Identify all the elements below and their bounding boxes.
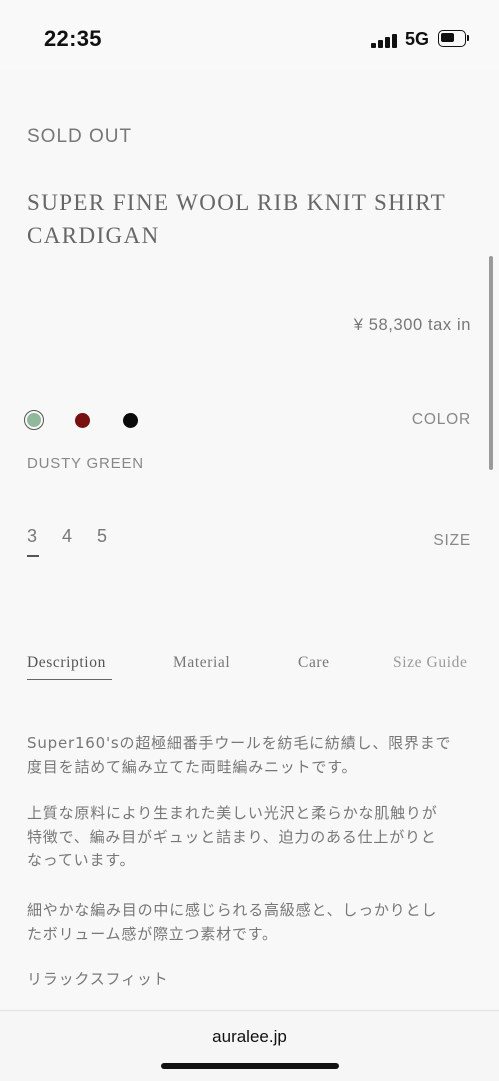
battery-icon [438,30,469,47]
sold-out-status: SOLD OUT [27,126,133,147]
description-line: 細やかな編み目の中に感じられる高級感と、しっかりとし [27,901,438,919]
status-time: 22:35 [44,26,102,51]
color-swatch-black[interactable] [123,413,138,428]
product-price: ¥ 58,300 tax in [353,316,471,334]
tab-size-guide[interactable]: Size Guide [393,654,467,672]
description-paragraph-3: 細やかな編み目の中に感じられる高級感と、しっかりとし たボリューム感が際立つ素材… [27,899,473,946]
color-label: COLOR [411,411,471,428]
url-display[interactable]: auralee.jp [0,1027,499,1047]
description-paragraph-2: 上質な原料により生まれた美しい光沢と柔らかな肌触りが 特徴で、編み目がギュッと詰… [27,802,473,873]
size-option-3[interactable]: 3 [27,526,37,547]
color-swatch-red[interactable] [75,413,90,428]
active-tab-underline [27,679,112,680]
product-title: SUPER FINE WOOL RIB KNIT SHIRT CARDIGAN [27,186,467,252]
description-line: 上質な原料により生まれた美しい光沢と柔らかな肌触りが [27,804,438,822]
product-title-line2: CARDIGAN [27,223,160,248]
selected-size-indicator [27,555,39,557]
tab-description[interactable]: Description [27,654,106,672]
description-line: Super160'sの超極細番手ウールを紡毛に紡績し、限界まで [27,734,452,752]
network-type: 5G [405,29,430,49]
size-option-5[interactable]: 5 [97,526,107,547]
color-swatch-dusty-green[interactable] [27,413,41,427]
description-line: リラックスフィット [27,970,169,988]
description-line: なっています。 [27,851,136,869]
description-paragraph-4: リラックスフィット [27,968,473,992]
size-option-4[interactable]: 4 [62,526,72,547]
selected-color-name: DUSTY GREEN [27,455,144,472]
description-line: たボリューム感が際立つ素材です。 [27,924,278,943]
product-title-line1: SUPER FINE WOOL RIB KNIT SHIRT [27,190,447,215]
size-label: SIZE [433,532,471,549]
cellular-signal-icon [371,32,401,48]
tab-care[interactable]: Care [298,654,330,672]
page-scrollbar[interactable] [489,256,493,470]
tab-material[interactable]: Material [173,654,230,672]
description-line: 特徴で、編み目がギュッと詰まり、迫力のある仕上がりと [27,827,437,846]
description-paragraph-1: Super160'sの超極細番手ウールを紡毛に紡績し、限界まで 度目を詰めて編み… [27,732,473,779]
description-line: 度目を詰めて編み立てた両畦編みニットです。 [27,757,358,776]
home-indicator[interactable] [161,1063,339,1069]
